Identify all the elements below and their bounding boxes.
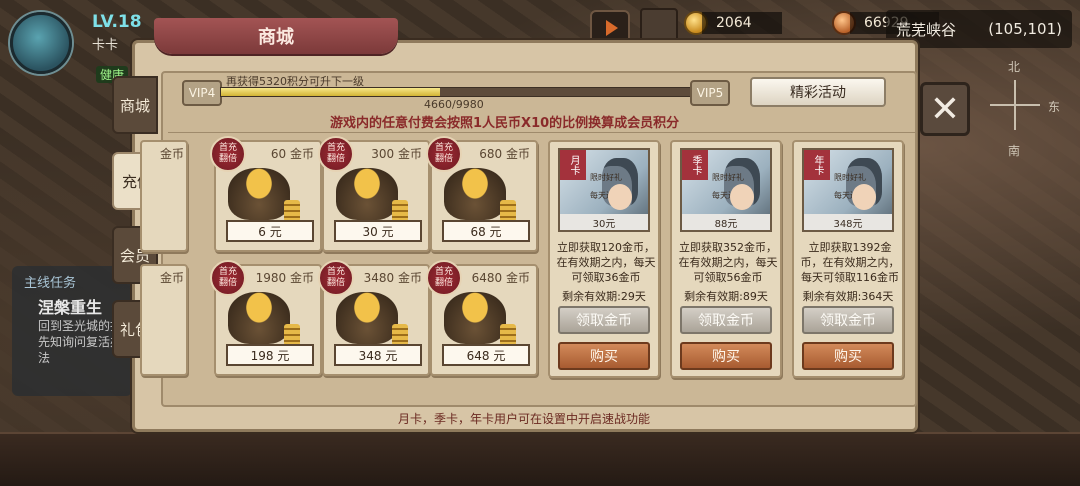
- membership-card: 年卡 限时好礼每天送金币 348元立即获取1392金币，在有效期之内，每天可领取11…: [792, 140, 904, 378]
- first-charge-double-badge: 首充翻倍: [318, 136, 354, 172]
- event-button[interactable]: 精彩活动: [750, 77, 886, 107]
- quest-name: 涅槃重生: [38, 298, 103, 317]
- backpack-icon[interactable]: [640, 8, 678, 44]
- gold-pack-tile[interactable]: 60 金币 6 元 首充翻倍: [210, 136, 322, 252]
- store-title: 商城: [154, 18, 398, 54]
- section-divider: [168, 132, 916, 133]
- coin-stack-icon: [500, 200, 516, 222]
- claim-gold-button[interactable]: 领取金币: [558, 306, 650, 334]
- card-sign-text: 限时好礼: [712, 173, 744, 182]
- card-type-ribbon: 年卡: [804, 150, 830, 180]
- membership-card: 季卡 限时好礼每天送金币 88元立即获取352金币，在有效期之内，每天可领取56金币…: [670, 140, 782, 378]
- footer-note: 月卡，季卡，年卡用户可在设置中开启速战功能: [398, 412, 651, 426]
- card-remaining-days: 剩余有效期:29天: [562, 290, 646, 303]
- compass-east: 东: [1048, 100, 1061, 114]
- vip-current-badge: VIP4: [182, 80, 222, 106]
- location-coords: (105,101): [988, 20, 1062, 38]
- bottom-bar: [0, 432, 1080, 486]
- player-name: 卡卡: [92, 38, 119, 53]
- gold-pack-amount: 680 金币: [479, 147, 530, 161]
- gold-pack-price: 648 元: [442, 344, 530, 366]
- coin-stack-icon: [284, 324, 300, 346]
- card-sign-text: 每天送金币: [590, 191, 630, 200]
- gold-pack-amount: 1980 金币: [255, 271, 314, 285]
- coin-stack-icon: [500, 324, 516, 346]
- compass-south: 南: [1008, 144, 1021, 158]
- gold-pack-amount: 金币: [159, 147, 184, 161]
- card-character-art: 年卡 限时好礼每天送金币 348元: [802, 148, 894, 232]
- card-description: 立即获取1392金币，在有效期之内，每天可领取116金币: [800, 241, 900, 284]
- first-charge-double-badge: 首充翻倍: [210, 136, 246, 172]
- claim-gold-button[interactable]: 领取金币: [802, 306, 894, 334]
- gold-amount: 2064: [702, 12, 782, 34]
- gold-pack-partial[interactable]: 金币: [140, 140, 188, 252]
- gold-pack-price: 6 元: [226, 220, 314, 242]
- gold-pack-amount: 300 金币: [371, 147, 422, 161]
- gold-pack-price: 198 元: [226, 344, 314, 366]
- card-price: 88元: [682, 214, 770, 230]
- coin-stack-icon: [284, 200, 300, 222]
- gold-bag-icon: [336, 292, 398, 344]
- card-character-art: 月卡 限时好礼每天送金币 30元: [558, 148, 650, 232]
- gold-bag-icon: [444, 168, 506, 220]
- gold-pack-amount: 3480 金币: [363, 271, 422, 285]
- membership-card: 月卡 限时好礼每天送金币 30元立即获取120金币，在有效期之内，每天可领取36金币…: [548, 140, 660, 378]
- buy-button[interactable]: 购买: [680, 342, 772, 370]
- tab-store[interactable]: 商城: [112, 76, 158, 134]
- gold-pack-amount: 6480 金币: [471, 271, 530, 285]
- first-charge-double-badge: 首充翻倍: [426, 260, 462, 296]
- gold-bag-icon: [228, 292, 290, 344]
- card-sign-text: 限时好礼: [590, 173, 622, 182]
- vip-progress-fill: [221, 88, 441, 96]
- buy-button[interactable]: 购买: [558, 342, 650, 370]
- gold-pack-tile[interactable]: 3480 金币 348 元 首充翻倍: [318, 260, 430, 376]
- first-charge-double-badge: 首充翻倍: [426, 136, 462, 172]
- card-price: 348元: [804, 214, 892, 230]
- location-name: 荒芜峡谷: [896, 20, 957, 39]
- quest-section-title: 主线任务: [24, 276, 77, 291]
- gold-currency: 2064: [684, 10, 782, 36]
- gold-pack-tile[interactable]: 680 金币 68 元 首充翻倍: [426, 136, 538, 252]
- vip-notice: 游戏内的任意付费会按照1人民币X10的比例换算成会员积分: [330, 116, 680, 131]
- gold-bag-icon: [444, 292, 506, 344]
- coin-stack-icon: [392, 324, 408, 346]
- gold-pack-amount: 60 金币: [270, 147, 314, 161]
- coin-stack-icon: [392, 200, 408, 222]
- card-sign-text: 每天送金币: [834, 191, 874, 200]
- player-level: LV.18: [92, 12, 142, 32]
- card-price: 30元: [560, 214, 648, 230]
- gold-pack-price: 68 元: [442, 220, 530, 242]
- claim-gold-button[interactable]: 领取金币: [680, 306, 772, 334]
- card-type-ribbon: 月卡: [560, 150, 586, 180]
- compass-north: 北: [1008, 60, 1021, 74]
- gold-pack-tile[interactable]: 6480 金币 648 元 首充翻倍: [426, 260, 538, 376]
- vip-progress-count: 4660/9980: [424, 98, 484, 111]
- card-remaining-days: 剩余有效期:364天: [802, 290, 894, 303]
- gold-pack-tile[interactable]: 300 金币 30 元 首充翻倍: [318, 136, 430, 252]
- card-character-art: 季卡 限时好礼每天送金币 88元: [680, 148, 772, 232]
- gold-pack-partial[interactable]: 金币: [140, 264, 188, 376]
- first-charge-double-badge: 首充翻倍: [210, 260, 246, 296]
- gold-pack-price: 30 元: [334, 220, 422, 242]
- player-avatar[interactable]: [10, 12, 72, 74]
- card-type-ribbon: 季卡: [682, 150, 708, 180]
- buy-button[interactable]: 购买: [802, 342, 894, 370]
- vip-next-badge: VIP5: [690, 80, 730, 106]
- card-remaining-days: 剩余有效期:89天: [684, 290, 768, 303]
- card-sign-text: 每天送金币: [712, 191, 752, 200]
- gold-bag-icon: [228, 168, 290, 220]
- vip-hint: 再获得5320积分可升下一级: [226, 75, 364, 88]
- card-description: 立即获取352金币，在有效期之内，每天可领取56金币: [678, 241, 778, 284]
- gold-pack-price: 348 元: [334, 344, 422, 366]
- gold-pack-tile[interactable]: 1980 金币 198 元 首充翻倍: [210, 260, 322, 376]
- card-description: 立即获取120金币，在有效期之内，每天可领取36金币: [556, 241, 656, 284]
- play-arrow-button[interactable]: [590, 10, 630, 44]
- close-icon[interactable]: ✕: [920, 82, 970, 136]
- gold-pack-amount: 金币: [159, 271, 184, 285]
- card-sign-text: 限时好礼: [834, 173, 866, 182]
- compass-icon: [990, 80, 1040, 130]
- first-charge-double-badge: 首充翻倍: [318, 260, 354, 296]
- gold-bag-icon: [336, 168, 398, 220]
